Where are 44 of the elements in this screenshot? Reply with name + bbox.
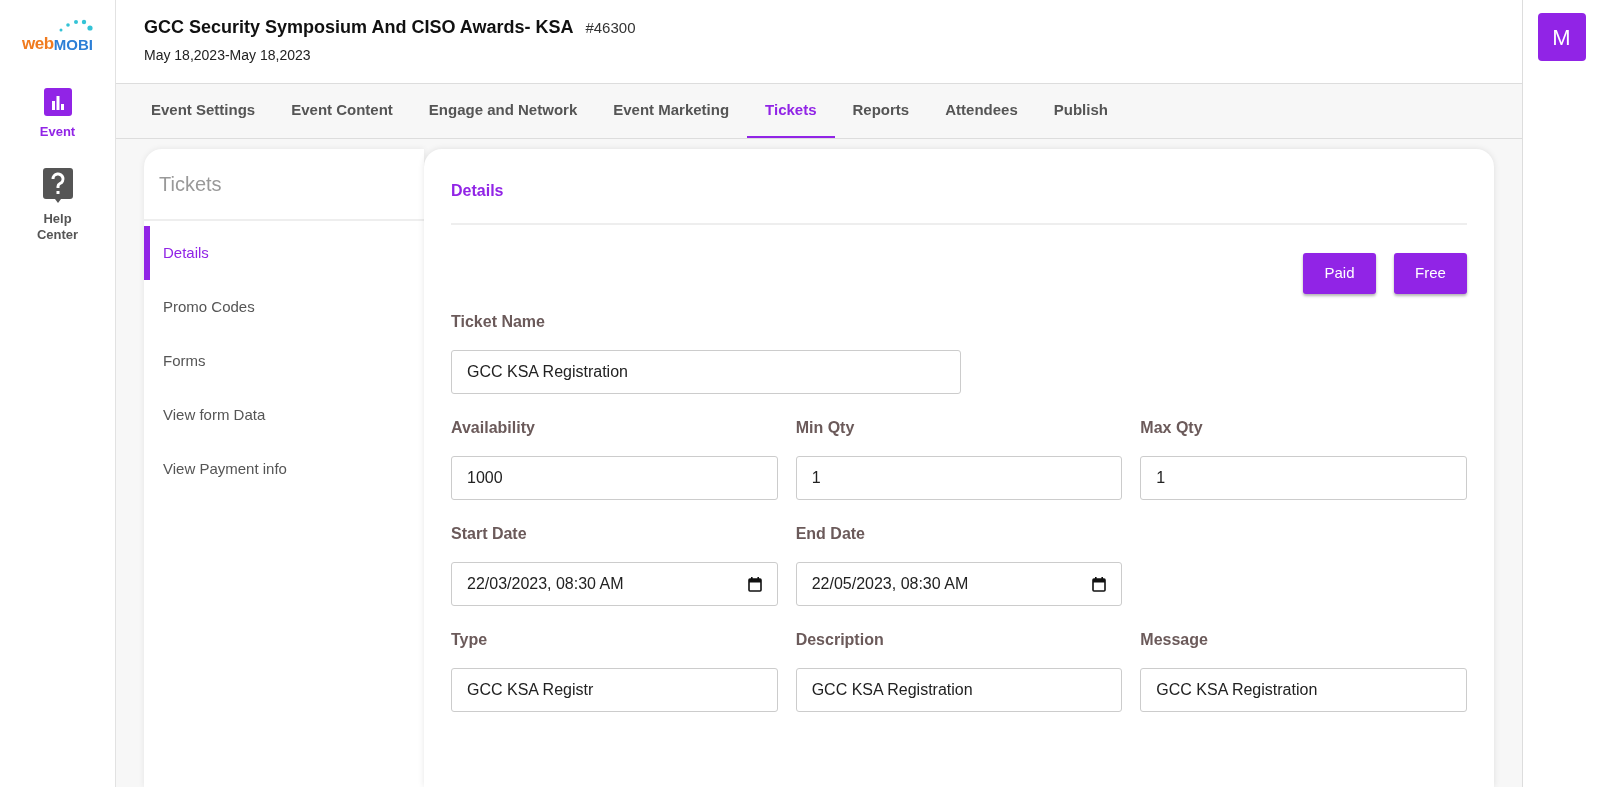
logo[interactable]: webMOBI (22, 16, 93, 56)
bar-chart-icon (43, 88, 72, 116)
help-icon (42, 168, 73, 203)
field-label: Ticket Name (451, 312, 546, 332)
nav-tab[interactable]: Attendees (927, 84, 1036, 138)
calendar-icon (1092, 576, 1107, 592)
submenu-item[interactable]: View Payment info (144, 442, 424, 496)
sidebar-item[interactable]: Help Center (12, 168, 103, 243)
event-dates: May 18,2023-May 18,2023 (144, 46, 312, 65)
details-heading: Details (451, 179, 1467, 225)
field-label: End Date (795, 524, 866, 544)
submenu-item[interactable]: Promo Codes (144, 280, 424, 334)
type-button[interactable]: Paid (1303, 253, 1376, 294)
submenu-item[interactable]: View form Data (144, 388, 424, 442)
submenu-item[interactable]: Forms (144, 334, 424, 388)
input-field[interactable]: 1000 (451, 456, 778, 500)
input-field[interactable]: GCC KSA Registration (451, 350, 961, 394)
date-field[interactable]: 22/05/2023, 08:30 AM (795, 562, 1123, 606)
event-title: GCC Security Symposium And CISO Awards- KSA (144, 16, 574, 39)
field-label: Availability (451, 418, 536, 438)
sidebar-item[interactable]: Event (12, 88, 103, 140)
input-field[interactable]: 1 (795, 456, 1123, 500)
nav-tab[interactable]: Event Settings (133, 84, 274, 138)
event-id: #46300 (585, 18, 636, 38)
field-label: Message (1140, 630, 1209, 650)
input-field[interactable]: GCC KSA Registration (795, 668, 1123, 712)
field-label: Description (795, 630, 885, 650)
nav-tab[interactable]: Tickets (747, 84, 835, 138)
nav-tab[interactable]: Event Content (273, 84, 411, 138)
field-label: Start Date (451, 524, 528, 544)
nav-tab[interactable]: Event Marketing (595, 84, 748, 138)
input-field[interactable]: 1 (1140, 456, 1467, 500)
input-field[interactable]: GCC KSA Registr (451, 668, 778, 712)
input-field[interactable]: GCC KSA Registration (1140, 668, 1467, 712)
avatar-button[interactable]: M (1537, 13, 1586, 61)
field-label: Min Qty (795, 418, 856, 438)
nav-tab[interactable]: Publish (1035, 84, 1126, 138)
type-button[interactable]: Free (1394, 253, 1467, 294)
field-label: Type (451, 630, 489, 650)
date-field[interactable]: 22/03/2023, 08:30 AM (451, 562, 778, 606)
field-label: Max Qty (1140, 418, 1204, 438)
nav-tab[interactable]: Engage and Network (410, 84, 596, 138)
nav-tab[interactable]: Reports (834, 84, 928, 138)
calendar-icon (747, 576, 762, 592)
